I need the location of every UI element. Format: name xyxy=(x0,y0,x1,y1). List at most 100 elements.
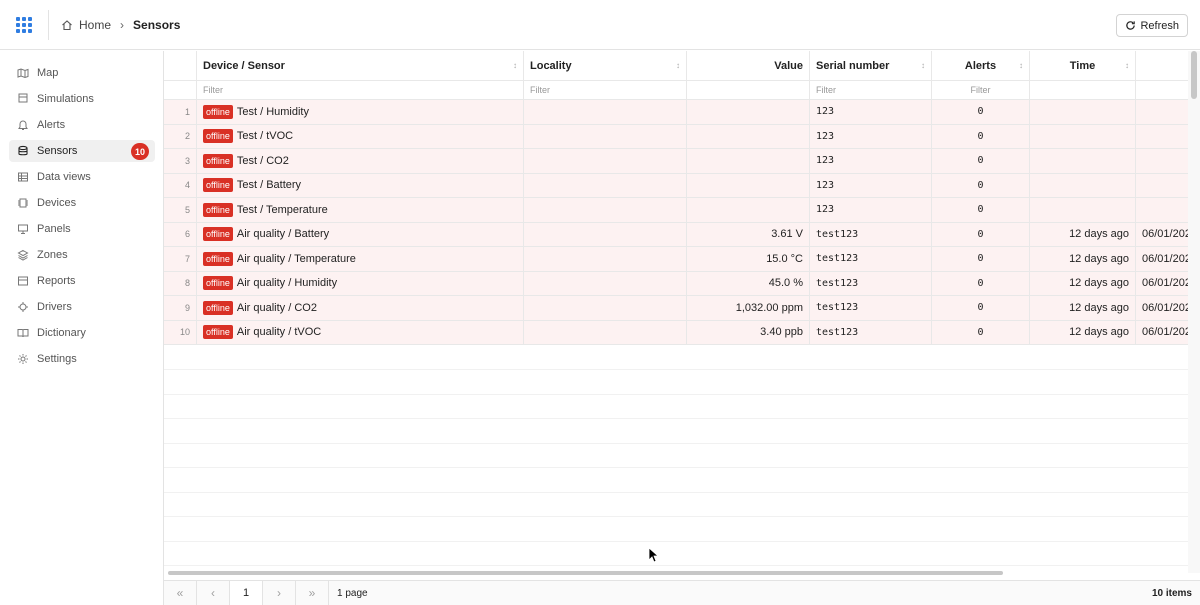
filter-input-alerts[interactable]: Filter xyxy=(932,81,1030,99)
sidebar-item-alerts[interactable]: Alerts xyxy=(9,114,155,136)
refresh-button[interactable]: Refresh xyxy=(1116,14,1188,37)
cell-text: 0 xyxy=(977,130,984,142)
column-header-sensor[interactable]: Device / Sensor ↕ xyxy=(197,51,524,80)
vertical-scrollbar[interactable] xyxy=(1188,51,1200,573)
table-row[interactable]: 10 offline Air quality / tVOC 3.40 ppb test1… xyxy=(164,320,1200,345)
cell-sensor: offline Air quality / tVOC xyxy=(197,320,524,344)
column-header-label: Locality xyxy=(530,59,572,72)
cell-alerts: 0 xyxy=(932,247,1030,271)
table-row[interactable]: 1 offline Test / Humidity 123 0 xyxy=(164,100,1200,125)
cell-text: 3.40 ppb xyxy=(760,326,803,339)
cell-text: 06/01/202 xyxy=(1142,326,1191,339)
chart-icon xyxy=(17,275,29,287)
sidebar-item-drivers[interactable]: Drivers xyxy=(9,296,155,318)
sidebar-item-settings[interactable]: Settings xyxy=(9,348,155,370)
cell-text: 9 xyxy=(184,302,190,313)
cell-value xyxy=(687,100,810,124)
sidebar-item-zones[interactable]: Zones xyxy=(9,244,155,266)
cell-num: 4 xyxy=(164,173,197,197)
sidebar-item-label: Zones xyxy=(37,249,68,261)
sort-icon[interactable]: ↕ xyxy=(1125,61,1129,70)
cell-value xyxy=(687,173,810,197)
column-header-label: Value xyxy=(774,59,803,72)
filter-placeholder: Filter xyxy=(970,85,991,95)
column-header-value[interactable]: Value xyxy=(687,51,810,80)
column-header-serial[interactable]: Serial number ↕ xyxy=(810,51,932,80)
cell-text: 123 xyxy=(816,155,835,167)
cell-locality xyxy=(524,247,687,271)
layers-icon xyxy=(17,249,29,261)
table-row[interactable]: 5 offline Test / Temperature 123 0 xyxy=(164,198,1200,223)
cell-text: 12 days ago xyxy=(1069,301,1129,314)
sidebar-item-label: Dictionary xyxy=(37,327,86,339)
status-badge: offline xyxy=(203,276,233,291)
top-bar: Home › Sensors Refresh xyxy=(0,0,1200,50)
refresh-icon xyxy=(1126,21,1136,30)
table-row[interactable]: 3 offline Test / CO2 123 0 xyxy=(164,149,1200,174)
filter-input-time xyxy=(1030,81,1136,99)
table-row[interactable]: 2 offline Test / tVOC 123 0 xyxy=(164,124,1200,149)
sensors-table: Device / Sensor ↕ Locality ↕ Value Serial num… xyxy=(164,51,1200,578)
filter-input-serial[interactable]: Filter xyxy=(810,81,932,99)
table-icon xyxy=(17,171,29,183)
sidebar-item-reports[interactable]: Reports xyxy=(9,270,155,292)
filter-input-locality[interactable]: Filter xyxy=(524,81,687,99)
horizontal-scrollbar[interactable] xyxy=(168,571,1003,575)
last-page-icon[interactable]: » xyxy=(296,580,329,605)
page-number[interactable]: 1 xyxy=(230,580,263,605)
cell-value: 45.0 % xyxy=(687,271,810,295)
table-row[interactable]: 4 offline Test / Battery 123 0 xyxy=(164,173,1200,198)
cell-sensor: offline Air quality / Battery xyxy=(197,222,524,246)
cell-text: 0 xyxy=(977,277,984,289)
items-count: 10 items xyxy=(1151,588,1192,599)
column-header-alerts[interactable]: Alerts ↕ xyxy=(932,51,1030,80)
sort-icon[interactable]: ↕ xyxy=(513,61,517,70)
table-row[interactable]: 8 offline Air quality / Humidity 45.0 % test… xyxy=(164,271,1200,296)
cell-serial: test123 xyxy=(810,271,932,295)
table-row[interactable]: 7 offline Air quality / Temperature 15.0 °C… xyxy=(164,247,1200,272)
sidebar-item-simulations[interactable]: Simulations xyxy=(9,88,155,110)
sidebar-item-label: Simulations xyxy=(37,93,94,105)
cell-text: test123 xyxy=(816,228,859,240)
breadcrumb-home[interactable]: Home xyxy=(79,18,111,32)
empty-row-line xyxy=(164,369,1200,370)
empty-row-line xyxy=(164,565,1200,566)
app-launcher-icon[interactable] xyxy=(16,17,32,33)
table-header: Device / Sensor ↕ Locality ↕ Value Serial num… xyxy=(164,51,1200,81)
filter-input-sensor[interactable]: Filter xyxy=(197,81,524,99)
empty-row-line xyxy=(164,442,1200,444)
status-badge: offline xyxy=(203,104,233,119)
cell-text: 0 xyxy=(977,106,984,118)
cell-text: 06/01/202 xyxy=(1142,252,1191,265)
sort-icon[interactable]: ↕ xyxy=(676,61,680,70)
cell-text: test123 xyxy=(816,326,859,338)
cell-locality xyxy=(524,173,687,197)
sidebar-item-map[interactable]: Map xyxy=(9,62,155,84)
cell-text: 2 xyxy=(184,131,190,142)
sidebar-item-sensors[interactable]: Sensors 10 xyxy=(9,140,155,162)
sidebar-item-devices[interactable]: Devices xyxy=(9,192,155,214)
cell-text: 0 xyxy=(977,326,984,338)
first-page-icon[interactable]: « xyxy=(164,580,197,605)
sidebar-item-panels[interactable]: Panels xyxy=(9,218,155,240)
cell-text: 7 xyxy=(184,253,190,264)
table-row[interactable]: 6 offline Air quality / Battery 3.61 V test1… xyxy=(164,222,1200,247)
cell-text: 45.0 % xyxy=(768,277,803,290)
scrollbar-thumb[interactable] xyxy=(1191,51,1197,99)
column-header-time[interactable]: Time ↕ xyxy=(1030,51,1136,80)
filter-placeholder: Filter xyxy=(816,85,836,95)
chip-icon xyxy=(17,197,29,209)
column-header-locality[interactable]: Locality ↕ xyxy=(524,51,687,80)
table-row[interactable]: 9 offline Air quality / CO2 1,032.00 ppm tes… xyxy=(164,296,1200,321)
next-page-icon[interactable]: › xyxy=(263,580,296,605)
sort-icon[interactable]: ↕ xyxy=(1019,61,1023,70)
cell-sensor: offline Air quality / Temperature xyxy=(197,247,524,271)
prev-page-icon[interactable]: ‹ xyxy=(197,580,230,605)
sidebar-item-dictionary[interactable]: Dictionary xyxy=(9,322,155,344)
sidebar-item-data-views[interactable]: Data views xyxy=(9,166,155,188)
cell-num: 7 xyxy=(164,247,197,271)
sensor-name: Air quality / Humidity xyxy=(236,277,338,290)
column-header-num[interactable] xyxy=(164,51,197,80)
sort-icon[interactable]: ↕ xyxy=(921,61,925,70)
filter-input-num xyxy=(164,81,197,99)
